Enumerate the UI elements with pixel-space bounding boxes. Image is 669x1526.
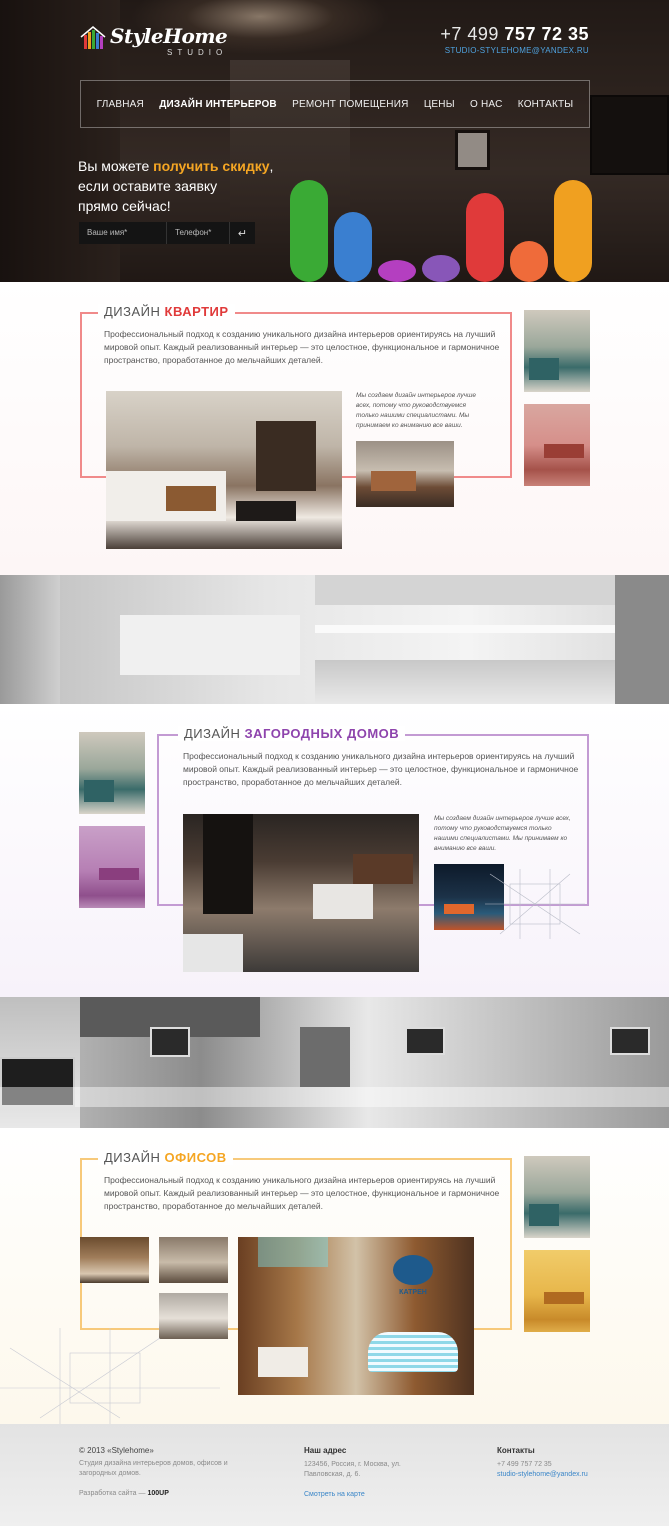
- footer-developer: Разработка сайта — 100UP: [79, 1489, 249, 1499]
- name-input[interactable]: Ваше имя*: [79, 222, 167, 244]
- section-title-highlight: ЗАГОРОДНЫХ ДОМОВ: [244, 726, 400, 741]
- section-description: Профессиональный подход к созданию уника…: [104, 329, 500, 365]
- contacts-title: Контакты: [497, 1446, 535, 1455]
- phone-number: 757 72 35: [504, 24, 589, 44]
- address-title: Наш адрес: [304, 1446, 347, 1455]
- footer: © 2013 «Stylehome» Студия дизайна интерь…: [0, 1424, 669, 1526]
- phone-code: +7 499: [440, 24, 499, 44]
- thumb-bedroom-red[interactable]: [524, 404, 590, 486]
- section-title-prefix: ДИЗАЙН: [104, 1150, 165, 1165]
- promo-highlight: получить скидку: [153, 158, 270, 174]
- logo-name: StyleHome: [110, 24, 228, 48]
- footer-about: © 2013 «Stylehome» Студия дизайна интерь…: [79, 1446, 249, 1499]
- main-nav: ГЛАВНАЯ ДИЗАЙН ИНТЕРЬЕРОВ РЕМОНТ ПОМЕЩЕН…: [80, 80, 590, 128]
- nav-item-about[interactable]: О НАС: [470, 99, 502, 110]
- secondary-photo-bedroom[interactable]: [356, 441, 454, 507]
- section-note: Мы создаем дизайн интерьеров лучше всех,…: [356, 392, 477, 429]
- promo-text: Вы можете получить скидку, если оставите…: [78, 156, 298, 216]
- address-text: 123456, Россия, г. Москва, ул. Павловска…: [304, 1461, 401, 1478]
- header-email-link[interactable]: STUDIO-STYLEHOME@YANDEX.RU: [445, 46, 589, 55]
- footer-dev-label: Разработка сайта —: [79, 1490, 148, 1497]
- logo-house-icon: [80, 26, 106, 50]
- main-photo-hall[interactable]: [183, 814, 419, 972]
- section-title-prefix: ДИЗАЙН: [104, 304, 165, 319]
- promo-line1-start: Вы можете: [78, 158, 154, 174]
- section-country-houses: ДИЗАЙН ЗАГОРОДНЫХ ДОМОВ Профессиональный…: [0, 704, 669, 997]
- nav-item-renovation[interactable]: РЕМОНТ ПОМЕЩЕНИЯ: [292, 99, 408, 110]
- logo[interactable]: StyleHome STUDIO: [80, 24, 228, 57]
- contact-email-link[interactable]: studio-stylehome@yandex.ru: [497, 1470, 617, 1480]
- promo-line2: если оставите заявку: [78, 178, 218, 194]
- thumb-green-armchair[interactable]: [524, 1156, 590, 1238]
- reception-sign: КАТРЕН: [399, 1289, 427, 1296]
- kitchen-photo-band: [0, 575, 669, 704]
- thumb-office-hall[interactable]: [80, 1237, 149, 1283]
- callback-form: Ваше имя* Телефон* ↵: [79, 222, 255, 244]
- thumb-bedroom-purple[interactable]: [79, 826, 145, 908]
- hero-banner: StyleHome STUDIO +7 499 757 72 35 STUDIO…: [0, 0, 669, 282]
- office-photo-band: [0, 997, 669, 1128]
- section-title-highlight: ОФИСОВ: [164, 1150, 227, 1165]
- section-title-prefix: ДИЗАЙН: [184, 726, 245, 741]
- section-apartments: ДИЗАЙН КВАРТИР Профессиональный подход к…: [0, 282, 669, 575]
- footer-dev-link[interactable]: 100UP: [147, 1490, 168, 1497]
- thumb-bedroom-yellow[interactable]: [524, 1250, 590, 1332]
- nav-item-home[interactable]: ГЛАВНАЯ: [97, 99, 144, 110]
- section-offices: ДИЗАЙН ОФИСОВ Профессиональный подход к …: [0, 1128, 669, 1424]
- blueprint-sketch: [485, 869, 585, 939]
- section-note: Мы создаем дизайн интерьеров лучше всех,…: [434, 815, 571, 852]
- thumb-green-armchair[interactable]: [79, 732, 145, 814]
- section-description: Профессиональный подход к созданию уника…: [104, 1175, 500, 1211]
- footer-address: Наш адрес 123456, Россия, г. Москва, ул.…: [304, 1446, 424, 1500]
- nav-item-contacts[interactable]: КОНТАКТЫ: [518, 99, 574, 110]
- map-link[interactable]: Смотреть на карте: [304, 1490, 424, 1500]
- submit-button[interactable]: ↵: [229, 222, 255, 244]
- section-title: ДИЗАЙН ЗАГОРОДНЫХ ДОМОВ: [178, 726, 406, 741]
- blueprint-sketch: [0, 1328, 220, 1424]
- enter-arrow-icon: ↵: [237, 227, 248, 240]
- promo-line1-end: ,: [269, 158, 274, 174]
- header-phone: +7 499 757 72 35: [440, 24, 589, 45]
- logo-subtitle: STUDIO: [167, 48, 228, 57]
- nav-item-interior-design[interactable]: ДИЗАЙН ИНТЕРЬЕРОВ: [159, 99, 277, 110]
- section-description: Профессиональный подход к созданию уника…: [183, 751, 579, 787]
- thumb-green-armchair[interactable]: [524, 310, 590, 392]
- thumb-office-desk[interactable]: [159, 1237, 228, 1283]
- main-photo-reception[interactable]: КАТРЕН: [238, 1237, 474, 1395]
- promo-line3: прямо сейчас!: [78, 198, 171, 214]
- nav-item-prices[interactable]: ЦЕНЫ: [424, 99, 455, 110]
- footer-copyright: © 2013 «Stylehome»: [79, 1446, 154, 1455]
- footer-tagline: Студия дизайна интерьеров домов, офисов …: [79, 1460, 228, 1477]
- contact-phone: +7 499 757 72 35: [497, 1461, 552, 1468]
- main-photo-living-room[interactable]: [106, 391, 342, 549]
- section-title-highlight: КВАРТИР: [164, 304, 229, 319]
- footer-contacts: Контакты +7 499 757 72 35 studio-styleho…: [497, 1446, 617, 1480]
- section-title: ДИЗАЙН КВАРТИР: [98, 304, 235, 319]
- phone-input[interactable]: Телефон*: [167, 222, 229, 244]
- section-title: ДИЗАЙН ОФИСОВ: [98, 1150, 233, 1165]
